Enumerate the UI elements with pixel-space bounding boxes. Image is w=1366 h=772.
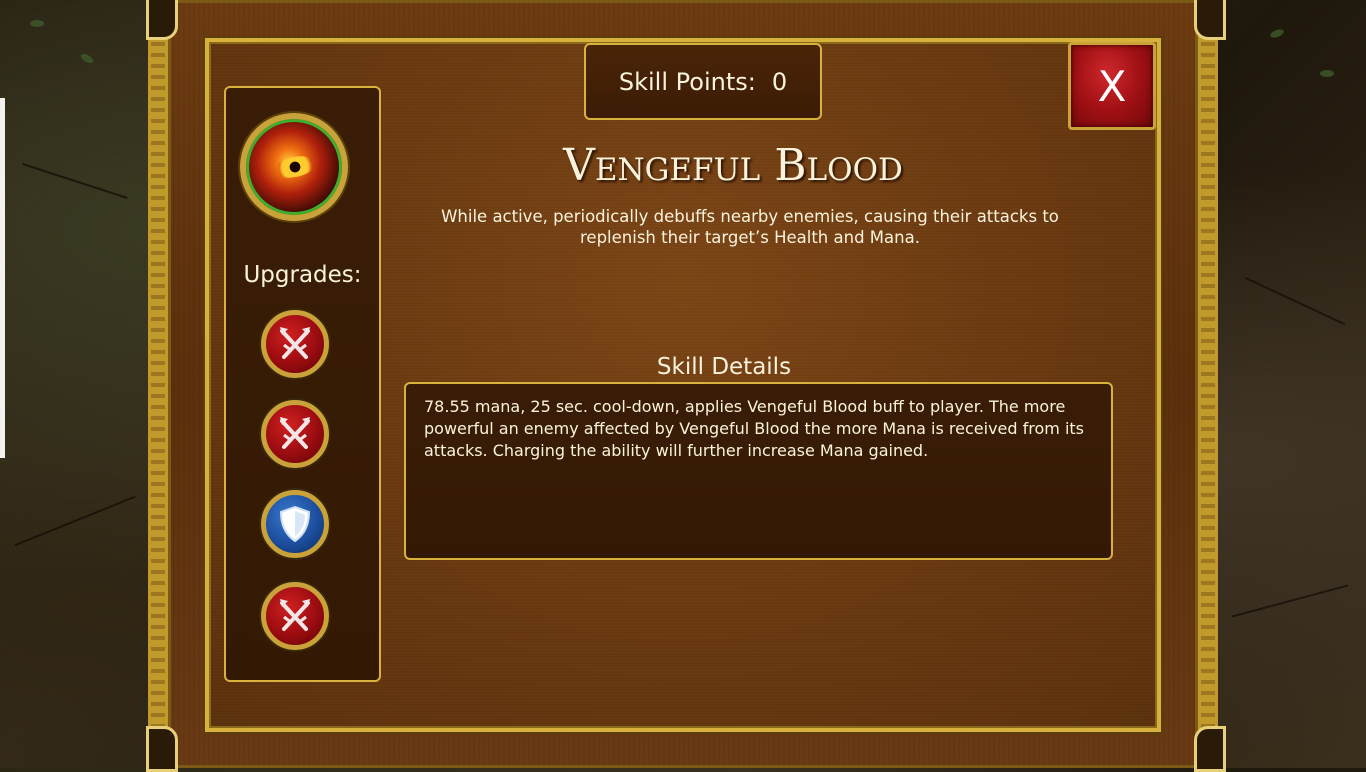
background-window-edge: [0, 98, 5, 458]
shield-icon: [279, 505, 311, 543]
skill-points-value: 0: [771, 67, 788, 96]
upgrade-button-2[interactable]: [261, 400, 329, 468]
crossed-swords-icon: [280, 599, 310, 631]
skill-points-label: Skill Points:: [618, 67, 756, 96]
skill-details-title: Skill Details: [656, 354, 792, 380]
vine-leaf: [30, 20, 44, 27]
corner-ornament: [146, 0, 178, 40]
rune-border-left: [151, 20, 165, 748]
vine-leaf: [1320, 70, 1334, 77]
corner-ornament: [1194, 0, 1226, 40]
skill-details-text: 78.55 mana, 25 sec. cool-down, applies V…: [424, 397, 1084, 460]
vine-leaf: [1269, 27, 1285, 40]
stone-crack: [22, 163, 128, 199]
upgrade-button-3[interactable]: [261, 490, 329, 558]
close-button[interactable]: X: [1068, 42, 1156, 130]
upgrades-title: Upgrades:: [243, 262, 362, 288]
corner-ornament: [146, 726, 178, 772]
eye-graphic: [272, 152, 318, 182]
upgrade-button-4[interactable]: [261, 582, 329, 650]
crossed-swords-icon: [280, 417, 310, 449]
vine-leaf: [79, 51, 95, 66]
crossed-swords-icon: [280, 327, 310, 359]
dragon-eye-icon: [240, 113, 348, 221]
corner-ornament: [1194, 726, 1226, 772]
skill-description: While active, periodically debuffs nearb…: [441, 207, 1059, 247]
skill-details-box: 78.55 mana, 25 sec. cool-down, applies V…: [404, 382, 1113, 560]
stone-crack: [1244, 276, 1346, 326]
stone-crack: [1231, 584, 1349, 618]
close-icon: X: [1097, 61, 1127, 111]
rune-border-right: [1201, 20, 1215, 748]
skill-points-display: Skill Points: 0: [584, 43, 822, 120]
skill-title: Vengeful Blood: [563, 140, 903, 191]
stone-crack: [14, 495, 136, 547]
upgrade-button-1[interactable]: [261, 310, 329, 378]
